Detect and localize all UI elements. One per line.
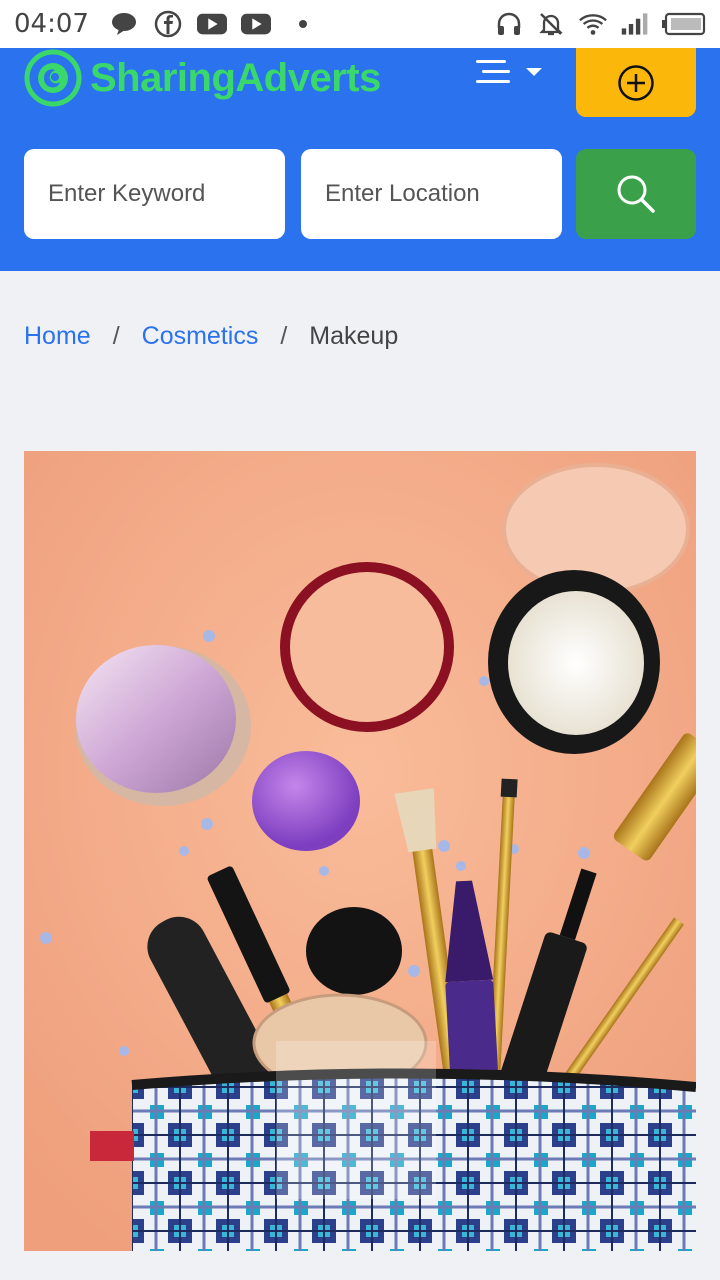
product-image[interactable] [24,451,696,1251]
facebook-icon [153,10,183,38]
youtube-icon [196,10,227,38]
headphones-icon [494,10,524,38]
search-icon [617,175,655,213]
breadcrumb-home-link[interactable]: Home [24,322,91,351]
signal-icon [620,10,650,38]
keyword-input[interactable] [24,149,285,239]
menu-lines-icon [476,60,510,83]
status-time: 04:07 [14,9,89,39]
wifi-icon [578,10,608,38]
brand-logo-icon [24,49,82,107]
chevron-down-icon [526,68,542,76]
plus-circle-icon [618,64,654,101]
status-bar: 04:07 [0,0,720,48]
brand-logo[interactable]: SharingAdverts [24,48,381,108]
menu-toggle-button[interactable] [474,56,550,88]
location-input[interactable] [301,149,562,239]
breadcrumb: Home / Cosmetics / Makeup [24,322,398,351]
site-header: SharingAdverts [0,48,720,271]
breadcrumb-separator: / [112,322,120,350]
brand-name: SharingAdverts [90,55,381,100]
breadcrumb-current: Makeup [309,322,399,350]
chat-bubble-icon [109,10,139,38]
breadcrumb-cosmetics-link[interactable]: Cosmetics [142,322,259,351]
notification-dot-icon [298,20,307,28]
youtube-icon [240,10,271,38]
battery-icon [662,10,706,38]
search-button[interactable] [576,149,696,239]
breadcrumb-separator: / [280,322,288,350]
post-ad-button[interactable] [576,48,696,117]
bell-off-icon [536,10,566,38]
